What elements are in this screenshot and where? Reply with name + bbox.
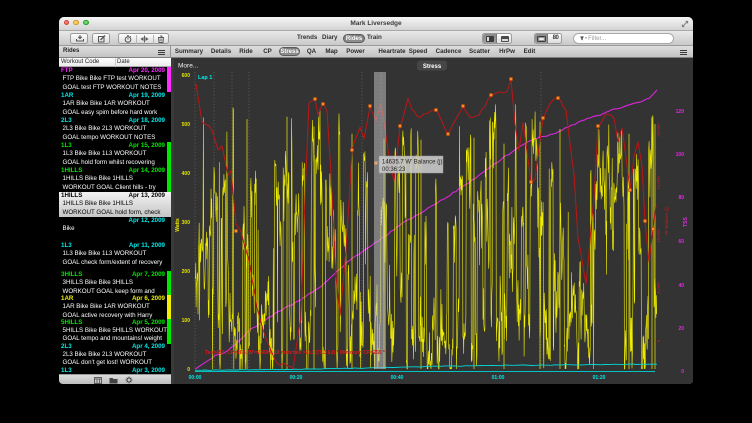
svg-text:200: 200 [182, 269, 191, 275]
svg-text:0: 0 [656, 339, 661, 342]
svg-text:00:40: 00:40 [391, 375, 404, 381]
svg-text:400: 400 [182, 171, 191, 177]
svg-text:80: 80 [678, 195, 684, 201]
svg-text:120: 120 [676, 109, 685, 115]
svg-text:00:00: 00:00 [189, 375, 202, 381]
svg-text:60: 60 [678, 239, 684, 245]
svg-text:0: 0 [187, 367, 190, 373]
svg-text:00:36:23: 00:36:23 [382, 167, 406, 173]
svg-text:TSS: TSS [683, 216, 689, 226]
svg-text:More...: More... [178, 63, 198, 70]
svg-text:Lap 1: Lap 1 [198, 75, 212, 81]
svg-text:100: 100 [676, 152, 685, 158]
svg-text:14635.7 W’ Balance (j): 14635.7 W’ Balance (j) [382, 160, 442, 166]
svg-text:5,000: 5,000 [656, 282, 661, 294]
svg-text:10,000: 10,000 [656, 229, 661, 243]
svg-text:20,000: 20,000 [656, 123, 661, 137]
svg-text:15,000: 15,000 [656, 176, 661, 190]
svg-text:01:00: 01:00 [492, 375, 505, 381]
svg-text:100: 100 [182, 318, 191, 324]
svg-text:300: 300 [182, 220, 191, 226]
svg-text:500: 500 [182, 122, 191, 128]
svg-text:00:20: 00:20 [290, 375, 303, 381]
svg-text:Tss=451, CP=266, W’=23000, 10: Tss=451, CP=266, W’=23000, 10 matches >2… [205, 350, 385, 356]
svg-text:W’ Balance (j): W’ Balance (j) [664, 207, 669, 235]
svg-text:Watts: Watts [175, 218, 181, 232]
svg-text:0: 0 [681, 369, 684, 375]
svg-text:600: 600 [182, 73, 191, 79]
svg-text:01:20: 01:20 [593, 375, 606, 381]
svg-text:Stress: Stress [423, 64, 442, 70]
svg-text:40: 40 [678, 283, 684, 289]
svg-text:20: 20 [678, 326, 684, 332]
